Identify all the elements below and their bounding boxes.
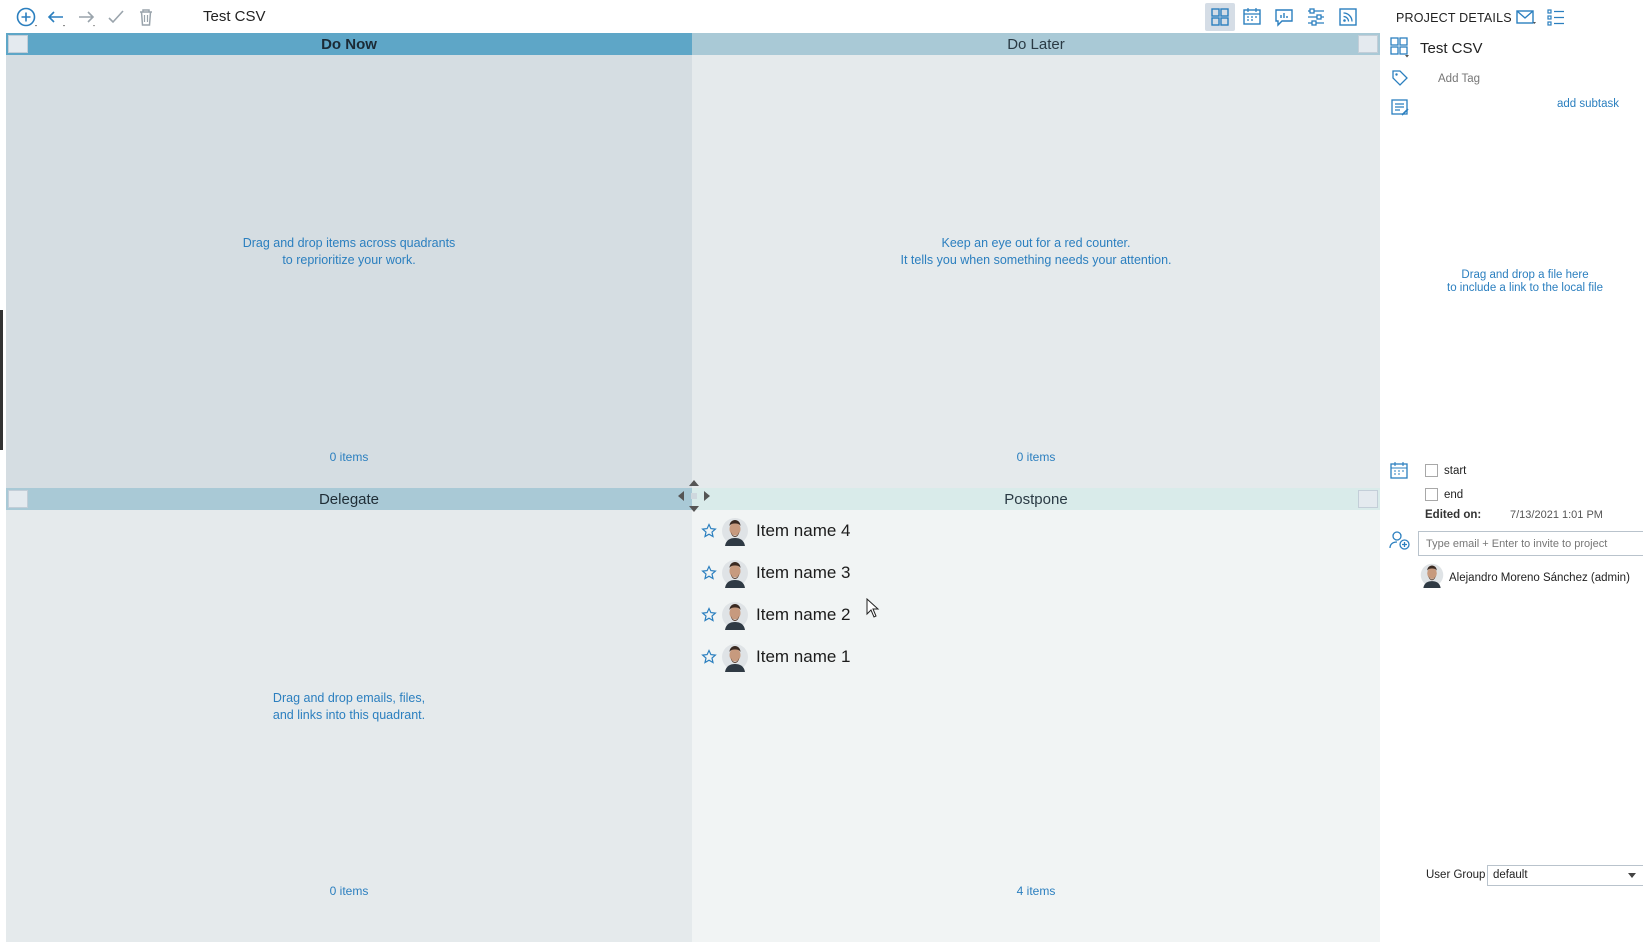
item-list: Item name 4 Item name 3 Item name 2 Item… — [692, 510, 1380, 678]
hint-line: It tells you when something needs your a… — [900, 253, 1172, 267]
start-label: start — [1444, 464, 1467, 477]
quadrant-hint: Keep an eye out for a red counter. It te… — [692, 235, 1380, 269]
member-row[interactable]: Alejandro Moreno Sánchez (admin) — [1420, 562, 1630, 593]
quadrant-header[interactable]: Do Later — [692, 33, 1380, 55]
calendar-icon — [1388, 460, 1410, 482]
quadrant-title: Do Later — [1007, 35, 1065, 53]
quadrant-postpone[interactable]: Postpone Item name 4 Item name 3 Item na… — [692, 488, 1380, 942]
item-name[interactable]: Item name 2 — [756, 605, 851, 625]
email-icon[interactable] — [1514, 6, 1538, 28]
quadrant-delegate[interactable]: Delegate Drag and drop emails, files, an… — [6, 488, 692, 942]
add-person-icon[interactable] — [1388, 529, 1412, 551]
quadrant-hint: Drag and drop items across quadrants to … — [6, 235, 692, 269]
invite-email-input[interactable]: Type email + Enter to invite to project — [1418, 531, 1643, 556]
hint-line: to reprioritize your work. — [282, 253, 416, 267]
avatar — [722, 558, 748, 588]
edited-timestamp: 7/13/2021 1:01 PM — [1510, 509, 1603, 521]
quadrant-header[interactable]: Delegate — [6, 488, 692, 510]
quadrant-select-checkbox[interactable] — [1358, 35, 1378, 53]
list-item[interactable]: Item name 4 — [692, 510, 1380, 552]
redo-icon[interactable] — [71, 2, 101, 32]
hint-line: Drag and drop emails, files, — [272, 691, 426, 705]
app-window: Test CSV Do Now Drag and drop items acro… — [0, 0, 1643, 942]
user-group-value: default — [1493, 869, 1528, 881]
add-tag-input[interactable]: Add Tag — [1438, 73, 1480, 85]
quadrant-select-checkbox[interactable] — [8, 35, 28, 53]
star-icon[interactable] — [700, 564, 718, 582]
quadrant-title: Postpone — [1004, 490, 1068, 508]
avatar — [1420, 562, 1444, 593]
item-count: 0 items — [329, 450, 369, 464]
end-label: end — [1444, 488, 1464, 501]
chat-view-icon[interactable] — [1269, 3, 1299, 31]
avatar — [722, 600, 748, 630]
view-switcher — [1205, 3, 1363, 31]
drop-hint-line: Drag and drop a file here — [1461, 269, 1589, 281]
avatar — [722, 642, 748, 672]
quadrant-title: Do Now — [321, 35, 377, 53]
quadrant-hint: Drag and drop emails, files, and links i… — [6, 690, 692, 724]
details-list-icon[interactable] — [1545, 6, 1569, 28]
add-icon[interactable] — [11, 2, 41, 32]
quadrant-title: Delegate — [318, 490, 380, 508]
star-icon[interactable] — [700, 606, 718, 624]
notes-icon — [1389, 97, 1411, 119]
priority-matrix: Do Now Drag and drop items across quadra… — [6, 33, 1380, 942]
quadrant-resize-handle[interactable] — [676, 478, 712, 514]
panel-title: PROJECT DETAILS — [1396, 11, 1512, 25]
quadrant-do-now[interactable]: Do Now Drag and drop items across quadra… — [6, 33, 692, 488]
item-count: 0 items — [329, 884, 369, 898]
toolbar: Test CSV — [0, 0, 1380, 33]
calendar-view-icon[interactable] — [1237, 3, 1267, 31]
chevron-down-icon — [1628, 873, 1636, 878]
start-checkbox[interactable] — [1425, 464, 1438, 477]
hint-line: and links into this quadrant. — [272, 708, 426, 722]
quadrant-header[interactable]: Postpone — [692, 488, 1380, 510]
tag-icon — [1390, 68, 1410, 88]
hint-line: Drag and drop items across quadrants — [242, 236, 456, 250]
matrix-view-icon[interactable] — [1205, 3, 1235, 31]
timeline-view-icon[interactable] — [1301, 3, 1331, 31]
start-date-row: start — [1425, 464, 1466, 477]
list-item[interactable]: Item name 2 — [692, 594, 1380, 636]
window-edge — [0, 310, 3, 450]
end-date-row: end — [1425, 488, 1463, 501]
feed-view-icon[interactable] — [1333, 3, 1363, 31]
edited-label: Edited on: — [1425, 509, 1482, 521]
star-icon[interactable] — [700, 648, 718, 666]
end-checkbox[interactable] — [1425, 488, 1438, 501]
item-name[interactable]: Item name 3 — [756, 563, 851, 583]
project-title: Test CSV — [203, 8, 266, 25]
avatar — [722, 516, 748, 546]
mouse-cursor-icon — [866, 597, 880, 623]
list-item[interactable]: Item name 3 — [692, 552, 1380, 594]
item-name[interactable]: Item name 1 — [756, 647, 851, 667]
user-group-label: User Group — [1426, 869, 1486, 881]
trash-icon[interactable] — [131, 2, 161, 32]
quadrant-do-later[interactable]: Do Later Keep an eye out for a red count… — [692, 33, 1380, 488]
star-icon[interactable] — [700, 522, 718, 540]
item-count: 4 items — [1016, 884, 1056, 898]
project-name[interactable]: Test CSV — [1420, 40, 1483, 57]
user-group-select[interactable]: default — [1487, 865, 1643, 886]
drop-hint-line: to include a link to the local file — [1447, 282, 1603, 294]
quadrant-select-checkbox[interactable] — [1358, 490, 1378, 508]
list-item[interactable]: Item name 1 — [692, 636, 1380, 678]
check-icon[interactable] — [101, 2, 131, 32]
add-subtask-link[interactable]: add subtask — [1557, 98, 1619, 110]
item-count: 0 items — [1016, 450, 1056, 464]
quadrant-picker-icon[interactable] — [1388, 36, 1412, 58]
member-name: Alejandro Moreno Sánchez (admin) — [1449, 571, 1630, 584]
item-name[interactable]: Item name 4 — [756, 521, 851, 541]
undo-icon[interactable] — [41, 2, 71, 32]
project-details-panel: PROJECT DETAILS Test CSV Add Tag add sub… — [1380, 0, 1643, 942]
quadrant-header[interactable]: Do Now — [6, 33, 692, 55]
file-drop-zone[interactable]: Drag and drop a file here to include a l… — [1420, 269, 1630, 295]
hint-line: Keep an eye out for a red counter. — [941, 236, 1131, 250]
quadrant-select-checkbox[interactable] — [8, 490, 28, 508]
